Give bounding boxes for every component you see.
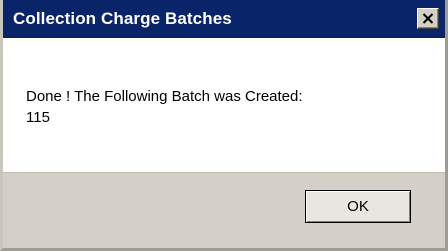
close-button[interactable] bbox=[417, 8, 439, 29]
message-dialog: Collection Charge Batches Done ! The Fol… bbox=[0, 0, 448, 251]
close-icon bbox=[422, 13, 434, 24]
message-line: Done ! The Following Batch was Created: bbox=[26, 88, 303, 105]
window-title: Collection Charge Batches bbox=[13, 9, 232, 28]
batch-number: 115 bbox=[26, 109, 50, 126]
message-area: Done ! The Following Batch was Created: … bbox=[3, 38, 445, 172]
title-bar[interactable]: Collection Charge Batches bbox=[3, 0, 445, 38]
ok-button[interactable]: OK bbox=[305, 190, 411, 223]
message-text: Done ! The Following Batch was Created: … bbox=[26, 86, 303, 128]
button-bar: OK bbox=[3, 172, 445, 248]
